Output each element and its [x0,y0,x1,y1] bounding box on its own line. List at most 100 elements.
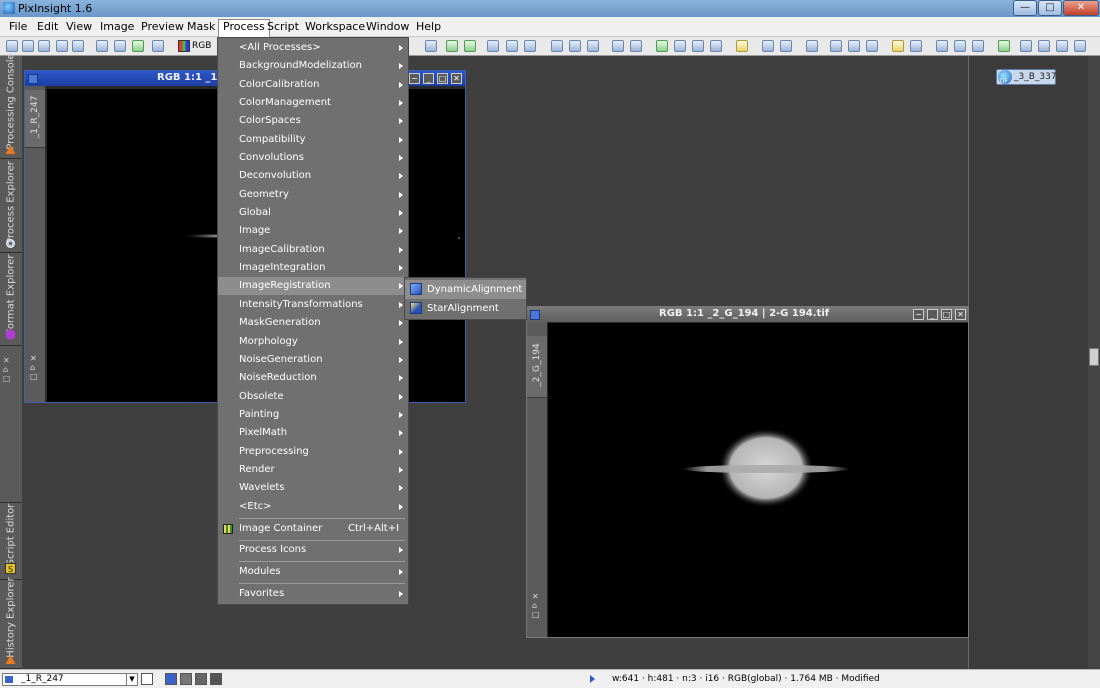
menu-item-process-icons[interactable]: Process Icons [218,541,408,559]
menu-item-convolutions[interactable]: Convolutions [218,149,408,167]
tile-icon[interactable] [848,40,860,52]
menu-item-etc[interactable]: <Etc> [218,498,408,516]
preview-icon[interactable] [612,40,624,52]
vertical-scrollbar[interactable] [1088,56,1100,669]
dock-pin-controls[interactable]: ✕ ⌂ □ [3,356,19,396]
menu-item-preprocessing[interactable]: Preprocessing [218,443,408,461]
display-blue-icon[interactable] [210,673,222,685]
display-rgb-icon[interactable] [165,673,177,685]
dock-tab-script-editor[interactable]: Script Editor S [0,502,22,580]
close-button[interactable]: ✕ [1063,0,1099,16]
dock-tab-history-explorer[interactable]: History Explorer [0,577,22,669]
script-icon[interactable] [954,40,966,52]
menu-preview[interactable]: Preview [137,20,188,35]
zoom-out-icon[interactable] [464,40,476,52]
menu-item-obsolete[interactable]: Obsolete [218,388,408,406]
menu-item-render[interactable]: Render [218,461,408,479]
menu-file[interactable]: File [5,20,31,35]
stf-icon[interactable] [736,40,748,52]
menu-item-pixelmath[interactable]: PixelMath [218,424,408,442]
window-minimize-button[interactable]: _ [423,73,434,84]
dock-tab-processing-console[interactable]: Processing Console [0,53,22,159]
mask-icon[interactable] [656,40,668,52]
window-maximize-button[interactable]: □ [941,309,952,320]
refresh-icon[interactable] [96,40,108,52]
menu-item-backgroundmodelization[interactable]: BackgroundModelization [218,57,408,75]
chevron-down-icon[interactable]: ▼ [126,674,137,685]
menu-item-deconvolution[interactable]: Deconvolution [218,167,408,185]
display-red-icon[interactable] [180,673,192,685]
menu-item-imagecalibration[interactable]: ImageCalibration [218,241,408,259]
help-icon[interactable] [1074,40,1086,52]
new-preview-icon[interactable] [630,40,642,52]
zoom-1-1-icon[interactable] [506,40,518,52]
window-minimize-button[interactable]: _ [927,309,938,320]
process-icon[interactable] [936,40,948,52]
color-swatch-icon[interactable] [114,40,126,52]
view-tab[interactable]: _2_G_194 [527,336,547,398]
window-shade-button[interactable]: − [913,309,924,320]
redo-icon[interactable] [72,40,84,52]
minimize-all-icon[interactable] [866,40,878,52]
fit-view-icon[interactable] [569,40,581,52]
save-icon[interactable] [38,40,50,52]
menu-item-colormanagement[interactable]: ColorManagement [218,94,408,112]
mask-enable-icon[interactable] [710,40,722,52]
undo-icon[interactable] [56,40,68,52]
image-window-g[interactable]: RGB 1:1 _2_G_194 | 2-G 194.tif − _ □ ✕ _… [526,306,969,638]
zoom-custom-icon[interactable] [524,40,536,52]
readout-icon[interactable] [762,40,774,52]
maximize-button[interactable]: □ [1038,0,1062,16]
menu-item-all-processes[interactable]: <All Processes> [218,39,408,57]
image-viewport[interactable] [548,323,968,637]
window-title-bar[interactable]: RGB 1:1 _2_G_194 | 2-G 194.tif − _ □ ✕ [527,307,968,322]
minimize-button[interactable]: — [1013,0,1037,16]
menu-window[interactable]: Window [362,20,413,35]
channel-icon[interactable] [132,40,144,52]
settings-icon[interactable] [1056,40,1068,52]
zoom-fit-icon[interactable] [487,40,499,52]
menu-view[interactable]: View [62,20,96,35]
menu-item-dynamicalignment[interactable]: DynamicAlignment [405,280,526,299]
new-image-icon[interactable] [6,40,18,52]
menu-help[interactable]: Help [412,20,445,35]
image-icon[interactable] [998,40,1010,52]
dock-tab-format-explorer[interactable]: Format Explorer [0,253,22,346]
zoom-in-icon[interactable] [446,40,458,52]
open-icon[interactable] [22,40,34,52]
menu-item-colorcalibration[interactable]: ColorCalibration [218,76,408,94]
explorer-icon[interactable] [910,40,922,52]
menu-image[interactable]: Image [96,20,138,35]
menu-item-maskgeneration[interactable]: MaskGeneration [218,314,408,332]
window-maximize-button[interactable]: □ [437,73,448,84]
menu-item-noisegeneration[interactable]: NoiseGeneration [218,351,408,369]
arrange-icon[interactable] [892,40,904,52]
menu-item-imageintegration[interactable]: ImageIntegration [218,259,408,277]
chart-icon[interactable] [152,40,164,52]
cascade-icon[interactable] [830,40,842,52]
history-icon[interactable] [1038,40,1050,52]
menu-workspace[interactable]: Workspace [301,20,369,35]
dock-tab-process-explorer[interactable]: Process Explorer [0,159,22,253]
scrollbar-thumb[interactable] [1089,348,1099,366]
menu-item-image-container[interactable]: Image Container Ctrl+Alt+I [218,520,408,538]
container-icon[interactable] [1020,40,1032,52]
view-controls[interactable]: ✕ ⌂ □ [532,592,540,619]
mask-invert-icon[interactable] [692,40,704,52]
menu-item-geometry[interactable]: Geometry [218,186,408,204]
display-green-icon[interactable] [195,673,207,685]
menu-item-global[interactable]: Global [218,204,408,222]
play-arrow-icon[interactable] [590,675,595,683]
restore-view-icon[interactable] [587,40,599,52]
view-selector[interactable]: _1_R_247 ▼ [2,673,138,686]
view-tab[interactable]: _1_R_247 [25,90,45,148]
rgb-channel-icon[interactable] [178,40,190,52]
menu-item-noisereduction[interactable]: NoiseReduction [218,369,408,387]
stf-auto-icon[interactable] [780,40,792,52]
menu-item-image[interactable]: Image [218,222,408,240]
menu-edit[interactable]: Edit [33,20,62,35]
fit-window-icon[interactable] [551,40,563,52]
window-shade-button[interactable]: − [409,73,420,84]
menu-item-wavelets[interactable]: Wavelets [218,479,408,497]
new-view-icon[interactable] [141,673,153,685]
